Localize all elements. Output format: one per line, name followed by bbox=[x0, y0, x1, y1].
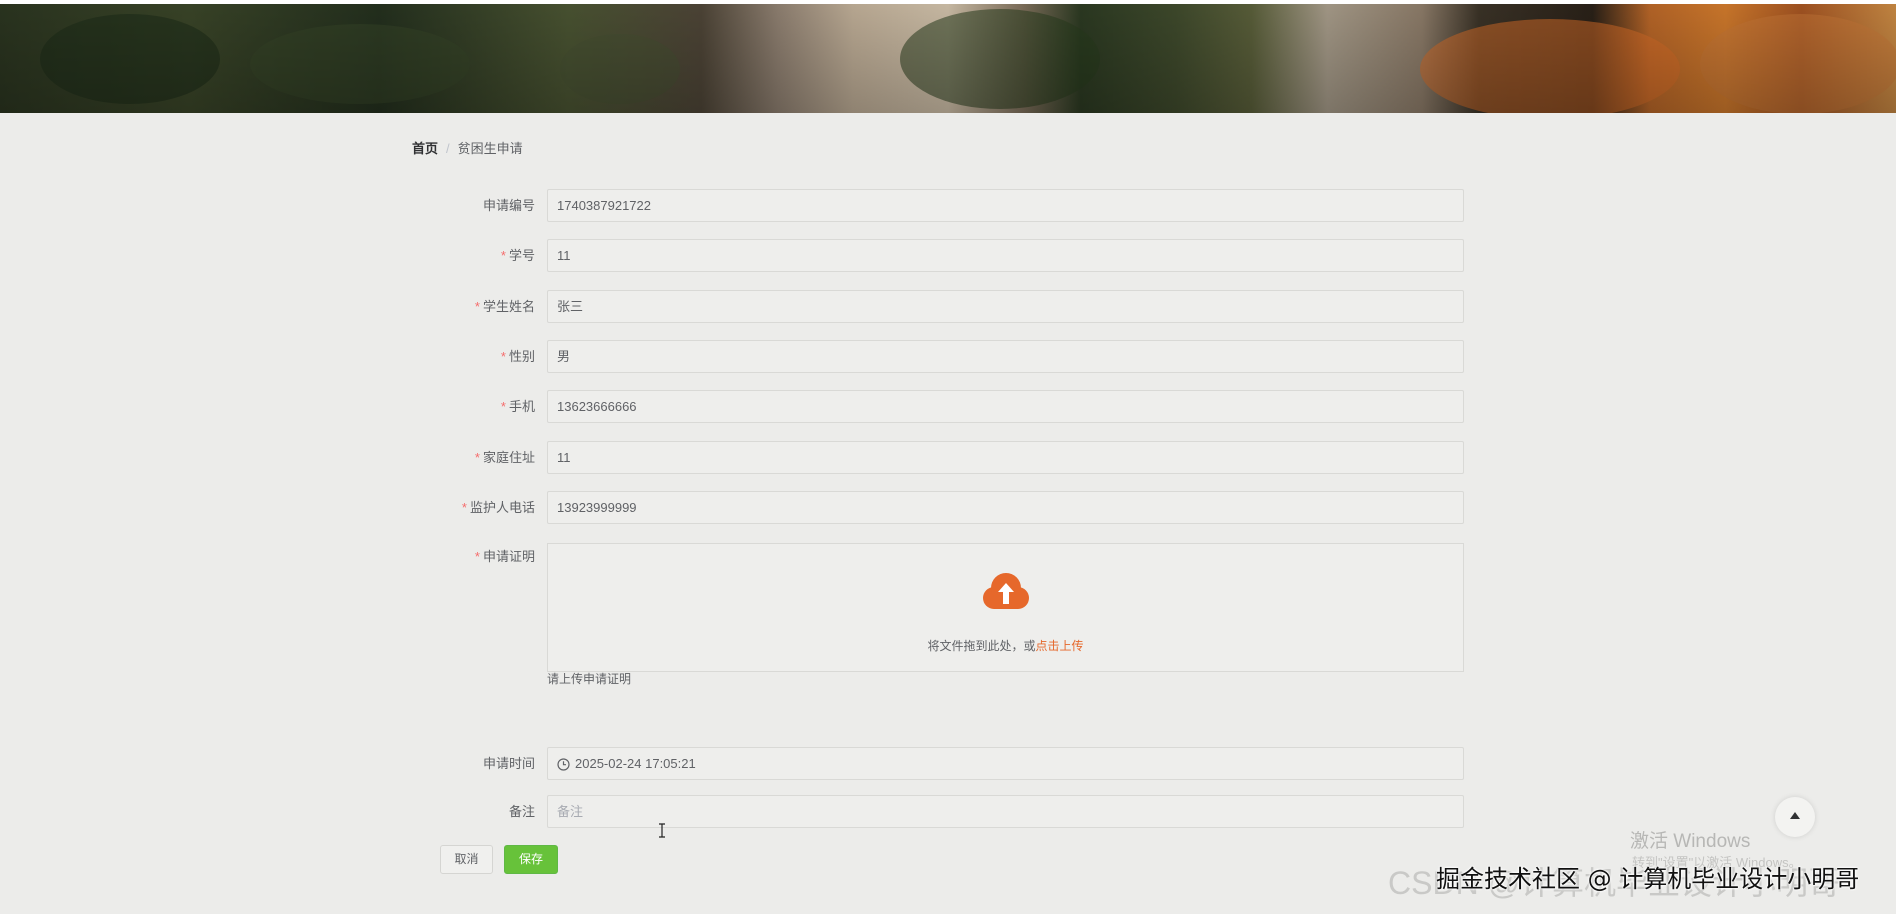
upload-tip: 请上传申请证明 bbox=[547, 672, 632, 686]
form-row-phone: * 手机 13623666666 bbox=[420, 390, 1465, 423]
student-name-input[interactable]: 张三 bbox=[547, 290, 1464, 323]
gender-input[interactable]: 男 bbox=[547, 340, 1464, 373]
form-row-apply-time: 申请时间 2025-02-24 17:05:21 bbox=[420, 747, 1465, 780]
header-banner-image bbox=[0, 0, 1896, 113]
required-mark: * bbox=[500, 349, 506, 364]
upload-hint: 将文件拖到此处，或点击上传 bbox=[927, 639, 1084, 653]
breadcrumb-current: 贫困生申请 bbox=[457, 141, 523, 156]
breadcrumb-separator: / bbox=[446, 141, 450, 156]
required-mark: * bbox=[500, 399, 506, 414]
apply-no-label: 申请编号 bbox=[482, 198, 535, 213]
save-button[interactable]: 保存 bbox=[504, 845, 558, 874]
clock-icon bbox=[557, 758, 570, 771]
breadcrumb-home[interactable]: 首页 bbox=[412, 141, 438, 156]
apply-no-input[interactable]: 1740387921722 bbox=[547, 189, 1464, 222]
required-mark: * bbox=[474, 299, 480, 314]
windows-activation-watermark: 激活 Windows bbox=[1630, 831, 1751, 852]
form-row-home-address: * 家庭住址 11 bbox=[420, 441, 1465, 474]
phone-input[interactable]: 13623666666 bbox=[547, 390, 1464, 423]
form-row-student-name: * 学生姓名 张三 bbox=[420, 290, 1465, 323]
required-mark: * bbox=[461, 500, 467, 515]
remark-input[interactable]: 备注 bbox=[547, 795, 1464, 828]
juejin-watermark: 掘金技术社区 @ 计算机毕业设计小明哥 bbox=[1436, 865, 1860, 893]
arrow-up-icon bbox=[1790, 812, 1800, 819]
upload-click-link[interactable]: 点击上传 bbox=[1036, 639, 1084, 653]
apply-time-value: 2025-02-24 17:05:21 bbox=[575, 756, 696, 771]
guardian-phone-input[interactable]: 13923999999 bbox=[547, 491, 1464, 524]
form-row-guardian-phone: * 监护人电话 13923999999 bbox=[420, 491, 1465, 524]
home-address-label: * 家庭住址 bbox=[474, 450, 535, 465]
remark-label: 备注 bbox=[508, 804, 535, 819]
apply-time-picker[interactable]: 2025-02-24 17:05:21 bbox=[547, 747, 1464, 780]
guardian-phone-label: * 监护人电话 bbox=[461, 500, 535, 515]
text-cursor-icon bbox=[659, 823, 665, 838]
form-row-gender: * 性别 男 bbox=[420, 340, 1465, 373]
required-mark: * bbox=[474, 549, 480, 564]
back-to-top-button[interactable] bbox=[1775, 797, 1815, 837]
apply-time-label: 申请时间 bbox=[482, 756, 535, 771]
proof-upload-dropzone[interactable]: 将文件拖到此处，或点击上传 bbox=[547, 543, 1464, 672]
required-mark: * bbox=[500, 248, 506, 263]
form-row-remark: 备注 备注 bbox=[420, 795, 1465, 828]
cancel-button[interactable]: 取消 bbox=[440, 845, 493, 874]
proof-label: * 申请证明 bbox=[474, 549, 535, 564]
student-id-label: * 学号 bbox=[500, 248, 535, 263]
breadcrumb: 首页 / 贫困生申请 bbox=[412, 138, 523, 157]
required-mark: * bbox=[474, 450, 480, 465]
form-row-student-id: * 学号 11 bbox=[420, 239, 1465, 272]
form-row-apply-no: 申请编号 1740387921722 bbox=[420, 189, 1465, 222]
home-address-input[interactable]: 11 bbox=[547, 441, 1464, 474]
phone-label: * 手机 bbox=[500, 399, 535, 414]
student-name-label: * 学生姓名 bbox=[474, 299, 535, 314]
student-id-input[interactable]: 11 bbox=[547, 239, 1464, 272]
cloud-upload-icon bbox=[983, 573, 1029, 609]
gender-label: * 性别 bbox=[500, 349, 535, 364]
